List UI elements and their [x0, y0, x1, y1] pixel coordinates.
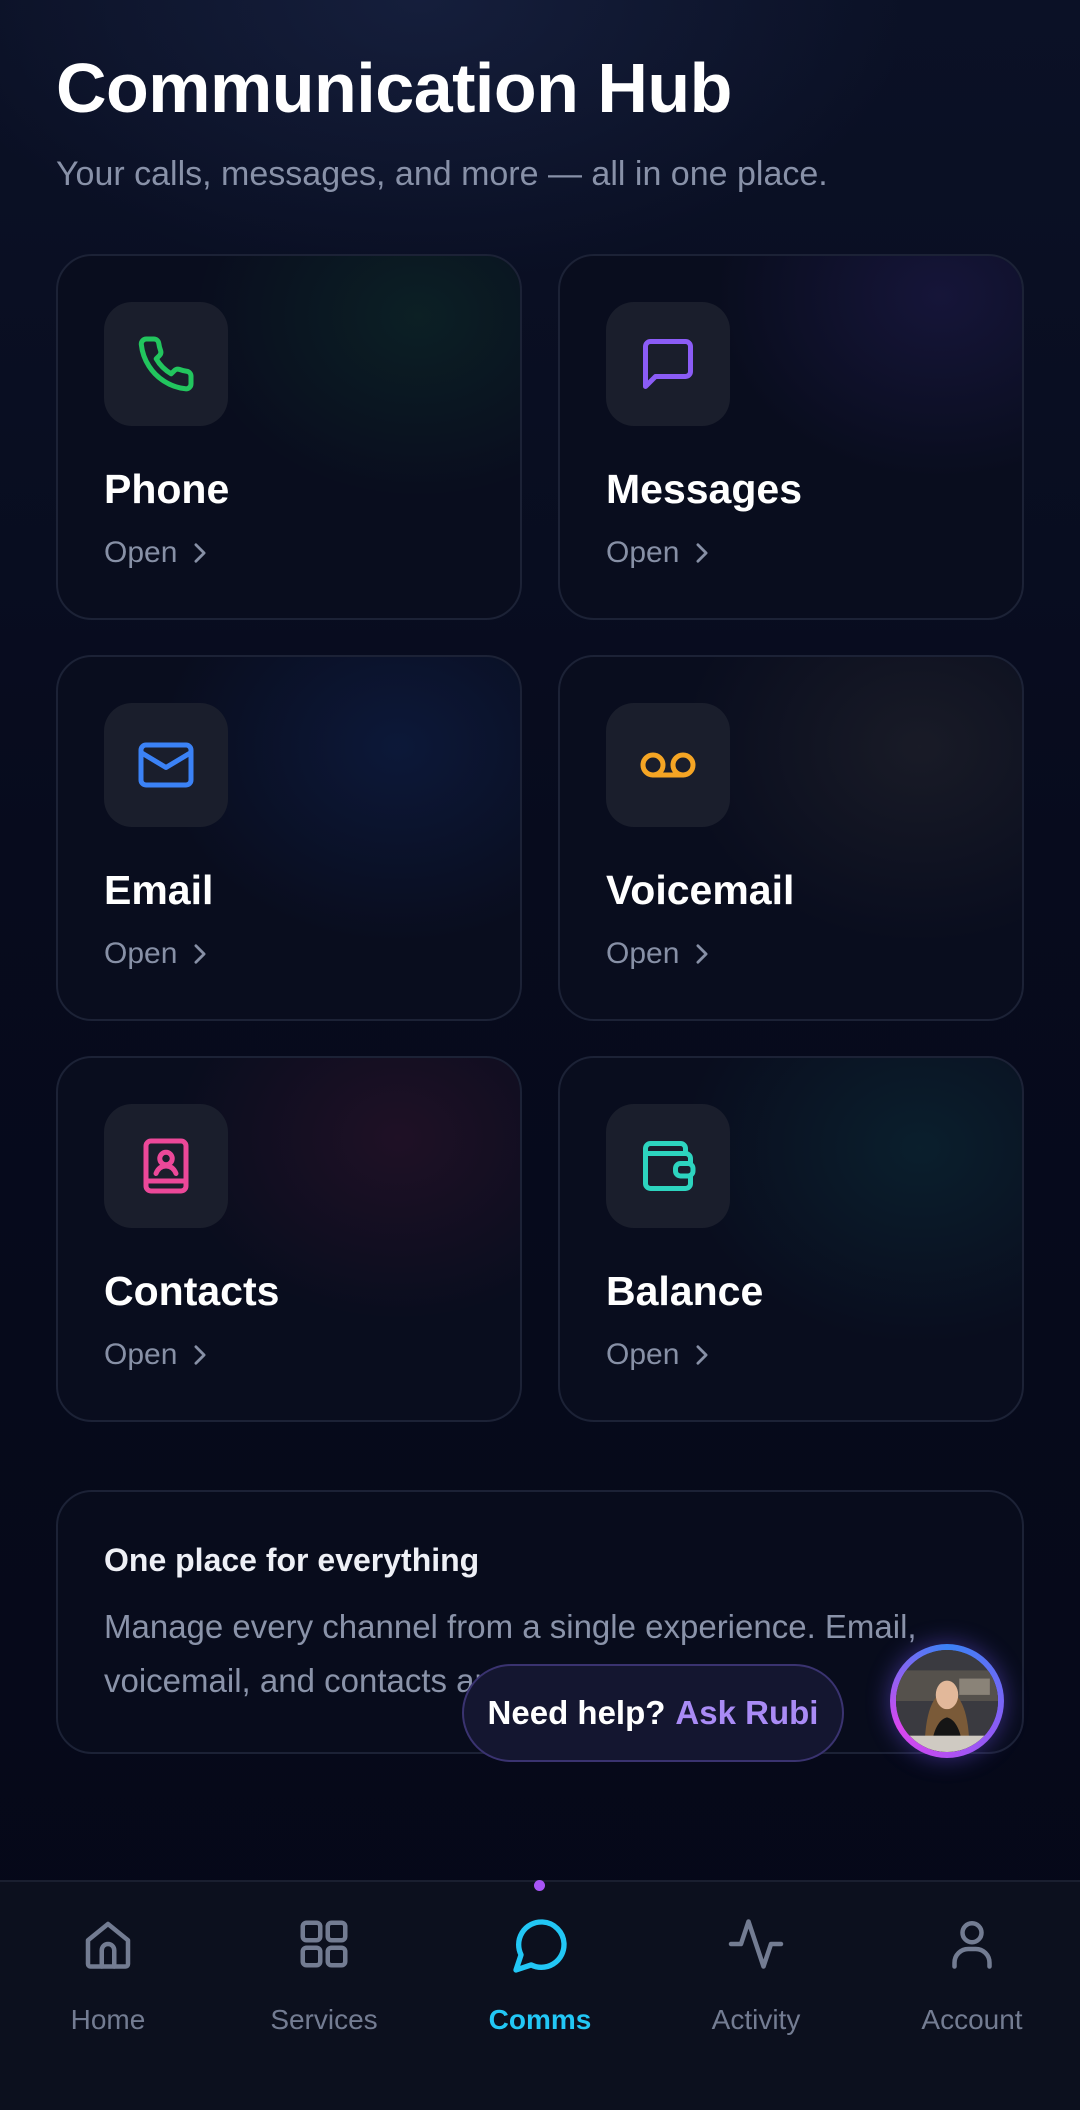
nav-item-comms[interactable]: Comms: [432, 1912, 648, 2052]
chevron-right-icon: [194, 543, 206, 563]
card-balance[interactable]: Balance Open: [558, 1056, 1024, 1422]
card-phone[interactable]: Phone Open: [56, 254, 522, 620]
header: Communication Hub Your calls, messages, …: [56, 48, 1024, 194]
nav-label: Activity: [711, 2004, 801, 2035]
messages-icon-box: [606, 302, 730, 426]
open-label: Open: [606, 536, 680, 569]
open-link[interactable]: Open: [104, 536, 209, 570]
chevron-right-icon: [696, 1345, 708, 1365]
chevron-right-icon: [194, 944, 206, 964]
voicemail-icon-box: [606, 703, 730, 827]
chevron-right-icon: [696, 543, 708, 563]
nav-item-services[interactable]: Services: [216, 1912, 432, 2052]
chevron-right-icon: [696, 944, 708, 964]
phone-icon: [138, 336, 194, 392]
bottom-nav: Home Services Comms Activity Account: [0, 1880, 1080, 2110]
contact-book-icon: [143, 1138, 189, 1194]
card-title: Messages: [606, 466, 803, 512]
active-indicator-dot: [534, 1880, 545, 1891]
card-contacts[interactable]: Contacts Open: [56, 1056, 522, 1422]
nav-label: Home: [70, 2004, 146, 2035]
phone-icon-box: [104, 302, 228, 426]
contacts-icon-box: [104, 1104, 228, 1228]
card-voicemail[interactable]: Voicemail Open: [558, 655, 1024, 1021]
communication-hub-screen: Communication Hub Your calls, messages, …: [0, 0, 1080, 2110]
page-subtitle: Your calls, messages, and more — all in …: [56, 155, 828, 193]
help-cta: Ask Rubi: [675, 1694, 819, 1731]
open-link[interactable]: Open: [606, 1338, 711, 1372]
open-link[interactable]: Open: [104, 1338, 209, 1372]
open-link[interactable]: Open: [606, 937, 711, 971]
nav-item-home[interactable]: Home: [0, 1912, 216, 2052]
open-label: Open: [104, 536, 178, 569]
ask-rubi-button[interactable]: Need help? Ask Rubi: [462, 1664, 844, 1762]
info-title: One place for everything: [104, 1542, 480, 1578]
help-question: Need help?: [487, 1694, 666, 1731]
page-title: Communication Hub: [56, 49, 732, 127]
card-email[interactable]: Email Open: [56, 655, 522, 1021]
grid-icon: [300, 1920, 348, 1968]
nav-item-account[interactable]: Account: [864, 1912, 1080, 2052]
nav-item-activity[interactable]: Activity: [648, 1912, 864, 2052]
open-label: Open: [606, 937, 680, 970]
card-title: Balance: [606, 1268, 764, 1314]
card-messages[interactable]: Messages Open: [558, 254, 1024, 620]
channel-grid: Phone Open Messages Open Email Open Voic…: [56, 254, 1024, 1422]
avatar-photo: [896, 1650, 998, 1752]
open-label: Open: [104, 1338, 178, 1371]
balance-icon-box: [606, 1104, 730, 1228]
card-title: Voicemail: [606, 867, 795, 913]
chevron-right-icon: [194, 1345, 206, 1365]
nav-label: Comms: [488, 2004, 592, 2035]
wallet-icon: [643, 1141, 696, 1191]
person-portrait-icon: [896, 1650, 998, 1752]
card-title: Contacts: [104, 1268, 280, 1314]
assistant-avatar[interactable]: [890, 1644, 1004, 1758]
user-icon: [952, 1921, 992, 1969]
home-icon: [85, 1921, 131, 1969]
voicemail-icon: [640, 752, 696, 778]
open-label: Open: [104, 937, 178, 970]
card-title: Phone: [104, 466, 230, 512]
mail-icon: [138, 742, 194, 788]
open-link[interactable]: Open: [606, 536, 711, 570]
open-link[interactable]: Open: [104, 937, 209, 971]
message-square-icon: [643, 339, 693, 389]
activity-pulse-icon: [728, 1919, 784, 1969]
nav-label: Account: [921, 2004, 1023, 2035]
open-label: Open: [606, 1338, 680, 1371]
chat-bubble-icon: [513, 1919, 567, 1973]
email-icon-box: [104, 703, 228, 827]
nav-label: Services: [270, 2004, 378, 2035]
card-title: Email: [104, 867, 214, 913]
